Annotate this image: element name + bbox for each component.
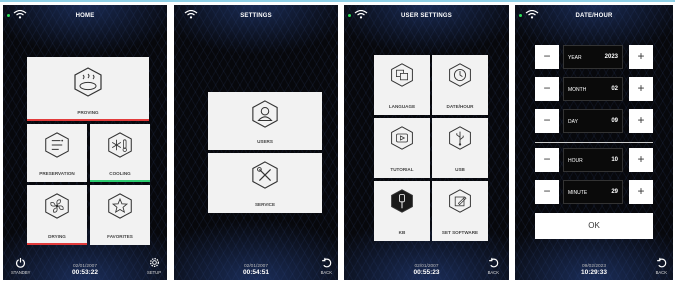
day-row: − DAY 09 +	[535, 109, 653, 133]
datehour-tile[interactable]: DATE/HOUR	[432, 55, 488, 115]
kb-label: KB	[398, 230, 406, 235]
minute-row: − MINUTE 29 +	[535, 180, 653, 204]
proving-tile[interactable]: PROVING	[27, 57, 149, 121]
proving-status-bar	[27, 119, 149, 121]
month-field: MONTH 02	[563, 77, 623, 101]
snowflake-thermometer-icon	[108, 132, 132, 158]
hour-label: HOUR	[568, 158, 583, 164]
fan-icon	[45, 193, 69, 219]
hour-decrement-button[interactable]: −	[535, 148, 559, 172]
usb-tile[interactable]: USB	[432, 118, 488, 178]
page-title: DATE/HOUR	[575, 13, 613, 19]
hour-increment-button[interactable]: +	[629, 148, 653, 172]
cooling-tile[interactable]: COOLING	[90, 124, 150, 182]
ok-button[interactable]: OK	[535, 213, 653, 239]
user-settings-screen: USER SETTINGS LANGUAGE DATE/HOUR TUTORIA…	[344, 5, 509, 280]
clock-icon	[449, 63, 471, 87]
set-software-tile[interactable]: SET SOFTWARE	[432, 181, 488, 241]
hour-value: 10	[611, 157, 618, 163]
cooling-status-bar	[90, 180, 150, 182]
year-field: YEAR 2023	[563, 45, 623, 69]
day-increment-button[interactable]: +	[629, 109, 653, 133]
language-tile[interactable]: LANGUAGE	[374, 55, 430, 115]
page-title: HOME	[75, 13, 95, 19]
tools-icon	[252, 161, 278, 189]
hour-row: − HOUR 10 +	[535, 148, 653, 172]
usb-icon	[449, 126, 471, 150]
preservation-label: PRESERVATION	[39, 171, 75, 176]
tutorial-tile[interactable]: TUTORIAL	[374, 118, 430, 178]
drying-tile[interactable]: DRYING	[27, 185, 87, 245]
day-value: 09	[611, 118, 618, 124]
month-label: MONTH	[568, 87, 587, 93]
star-icon	[108, 193, 132, 219]
clock-readout: 02/01/2007 00:53:22	[3, 264, 167, 276]
minute-label: MINUTE	[568, 190, 588, 196]
drying-label: DRYING	[48, 234, 66, 239]
clock-readout: 09/02/2023 10:29:33	[515, 264, 673, 276]
hour-field: HOUR 10	[563, 148, 623, 172]
play-icon	[391, 126, 413, 150]
drying-status-bar	[27, 243, 87, 245]
proving-label: PROVING	[77, 110, 99, 115]
day-field: DAY 09	[563, 109, 623, 133]
year-label: YEAR	[568, 55, 582, 61]
probe-icon	[391, 189, 413, 213]
clock-readout: 02/01/2007 00:55:23	[344, 264, 509, 276]
time-text: 00:53:22	[71, 268, 99, 276]
date-hour-screen: DATE/HOUR − YEAR 2023 + − MONTH 02 + − D…	[515, 5, 673, 280]
set-software-label: SET SOFTWARE	[441, 230, 479, 235]
page-title: USER SETTINGS	[401, 13, 452, 19]
users-tile[interactable]: USERS	[208, 92, 322, 150]
time-text: 00:54:51	[242, 268, 270, 276]
divider	[535, 142, 653, 143]
language-label: LANGUAGE	[388, 104, 416, 109]
minute-field: MINUTE 29	[563, 180, 623, 204]
users-label: USERS	[257, 139, 273, 144]
time-text: 00:55:23	[413, 268, 440, 276]
preservation-tile[interactable]: PRESERVATION	[27, 124, 87, 182]
user-icon	[252, 100, 278, 128]
favorites-tile[interactable]: FAVORITES	[90, 185, 150, 245]
page-title: SETTINGS	[240, 13, 272, 19]
year-row: − YEAR 2023 +	[535, 45, 653, 69]
service-label: SERVICE	[254, 202, 276, 207]
top-accent-line	[0, 0, 675, 2]
translate-icon	[391, 63, 413, 87]
edit-icon	[449, 189, 471, 213]
clock-readout: 02/01/2007 00:54:51	[174, 264, 338, 276]
usb-label: USB	[455, 167, 465, 172]
month-value: 02	[611, 86, 618, 92]
favorites-label: FAVORITES	[107, 234, 133, 239]
home-screen: HOME PROVING PRESERVATION COOLING DRYING…	[3, 5, 167, 280]
minute-increment-button[interactable]: +	[629, 180, 653, 204]
day-decrement-button[interactable]: −	[535, 109, 559, 133]
year-increment-button[interactable]: +	[629, 45, 653, 69]
preservation-lines-icon	[45, 132, 69, 158]
kb-tile[interactable]: KB	[374, 181, 430, 241]
minute-value: 29	[611, 189, 618, 195]
bread-heat-icon	[74, 67, 102, 97]
day-label: DAY	[568, 119, 578, 125]
year-decrement-button[interactable]: −	[535, 45, 559, 69]
cooling-label: COOLING	[109, 171, 131, 176]
settings-screen: SETTINGS USERS SERVICE BACK 02/01/2007 0…	[174, 5, 338, 280]
datehour-label: DATE/HOUR	[446, 104, 474, 109]
month-decrement-button[interactable]: −	[535, 77, 559, 101]
service-tile[interactable]: SERVICE	[208, 153, 322, 213]
month-row: − MONTH 02 +	[535, 77, 653, 101]
minute-decrement-button[interactable]: −	[535, 180, 559, 204]
time-text: 10:29:33	[580, 268, 608, 276]
tutorial-label: TUTORIAL	[390, 167, 414, 172]
year-value: 2023	[604, 54, 618, 60]
month-increment-button[interactable]: +	[629, 77, 653, 101]
